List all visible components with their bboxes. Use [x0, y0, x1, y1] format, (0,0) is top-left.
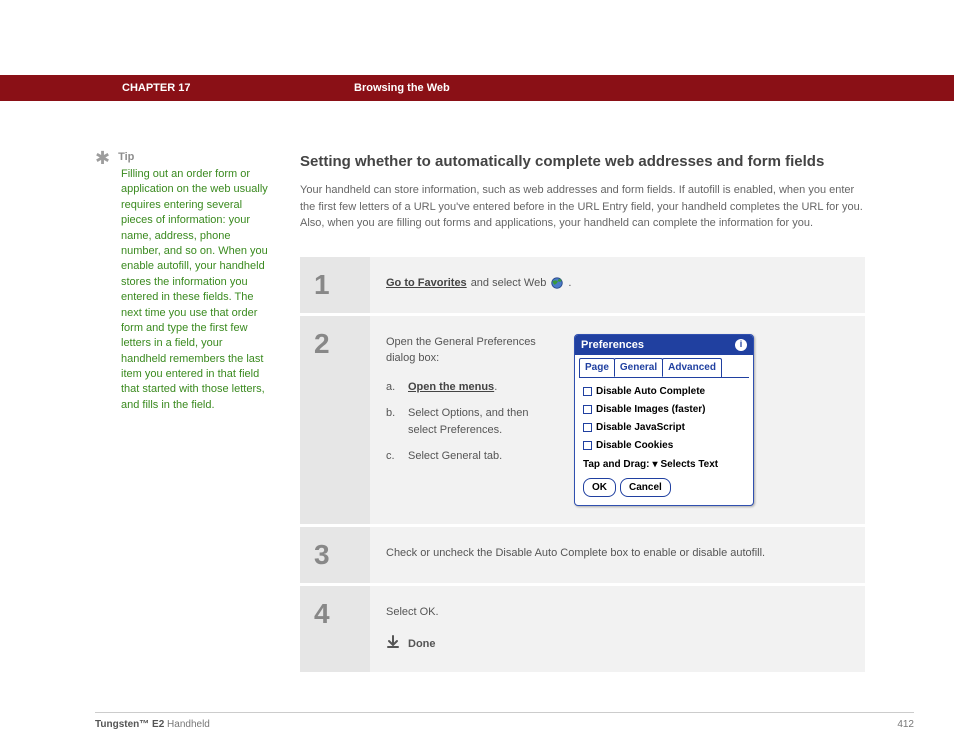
- sub-c-text: Select General tab.: [408, 448, 502, 465]
- step-row-4: 4 Select OK. Done: [300, 585, 865, 673]
- down-arrow-icon: [386, 635, 400, 655]
- sub-c-label: c.: [386, 448, 400, 465]
- step-number: 2: [314, 328, 356, 360]
- steps-table: 1 Go to Favorites and select Web . 2: [300, 254, 865, 673]
- chapter-title: Browsing the Web: [354, 82, 450, 94]
- tapdrag-label: Tap and Drag:: [583, 457, 649, 472]
- done-label: Done: [408, 636, 436, 653]
- product-suffix: Handheld: [164, 719, 210, 730]
- intro-paragraph: Your handheld can store information, suc…: [300, 182, 865, 232]
- opt-autocomplete: Disable Auto Complete: [596, 384, 705, 399]
- main-content: Setting whether to automatically complet…: [300, 151, 865, 672]
- cancel-button[interactable]: Cancel: [620, 478, 671, 497]
- tip-sidebar: ✱ Tip Filling out an order form or appli…: [95, 151, 300, 672]
- dropdown-triangle-icon[interactable]: ▾: [652, 457, 657, 472]
- ok-button[interactable]: OK: [583, 478, 616, 497]
- page-number: 412: [897, 719, 914, 730]
- web-globe-icon: [550, 276, 564, 290]
- preferences-dialog: Preferences i Page General Advanced Disa…: [574, 334, 754, 507]
- sub-b-label: b.: [386, 405, 400, 438]
- chapter-number: CHAPTER 17: [122, 82, 354, 94]
- step-row-1: 1 Go to Favorites and select Web .: [300, 255, 865, 314]
- page-footer: Tungsten™ E2 Handheld 412: [95, 712, 914, 730]
- step4-text: Select OK.: [386, 604, 849, 621]
- dialog-title: Preferences: [581, 337, 644, 354]
- step-number: 1: [314, 269, 356, 301]
- chapter-header: CHAPTER 17 Browsing the Web: [0, 75, 954, 101]
- opt-javascript: Disable JavaScript: [596, 420, 685, 435]
- step1-text: and select Web: [471, 275, 547, 292]
- opt-cookies: Disable Cookies: [596, 438, 673, 453]
- step3-text: Check or uncheck the Disable Auto Comple…: [386, 547, 765, 559]
- opt-images: Disable Images (faster): [596, 402, 706, 417]
- open-menus-link[interactable]: Open the menus: [408, 381, 494, 393]
- step-number: 3: [314, 539, 356, 571]
- section-heading: Setting whether to automatically complet…: [300, 151, 865, 172]
- step-row-3: 3 Check or uncheck the Disable Auto Comp…: [300, 526, 865, 585]
- tip-label: Tip: [118, 151, 134, 163]
- tapdrag-value: Selects Text: [661, 457, 719, 472]
- step2-lead: Open the General Preferences dialog box:: [386, 334, 554, 367]
- checkbox-autocomplete[interactable]: [583, 387, 592, 396]
- checkbox-javascript[interactable]: [583, 423, 592, 432]
- info-icon[interactable]: i: [735, 339, 747, 351]
- tab-page[interactable]: Page: [579, 358, 615, 377]
- go-to-favorites-link[interactable]: Go to Favorites: [386, 275, 467, 292]
- product-name: Tungsten™ E2: [95, 719, 164, 730]
- tab-general[interactable]: General: [614, 358, 663, 377]
- step-number: 4: [314, 598, 356, 630]
- checkbox-cookies[interactable]: [583, 441, 592, 450]
- tab-advanced[interactable]: Advanced: [662, 358, 722, 377]
- asterisk-icon: ✱: [95, 151, 110, 165]
- step-row-2: 2 Open the General Preferences dialog bo…: [300, 314, 865, 526]
- tip-body-text: Filling out an order form or application…: [121, 167, 270, 413]
- checkbox-images[interactable]: [583, 405, 592, 414]
- sub-b-text: Select Options, and then select Preferen…: [408, 405, 554, 438]
- sub-a-label: a.: [386, 379, 400, 396]
